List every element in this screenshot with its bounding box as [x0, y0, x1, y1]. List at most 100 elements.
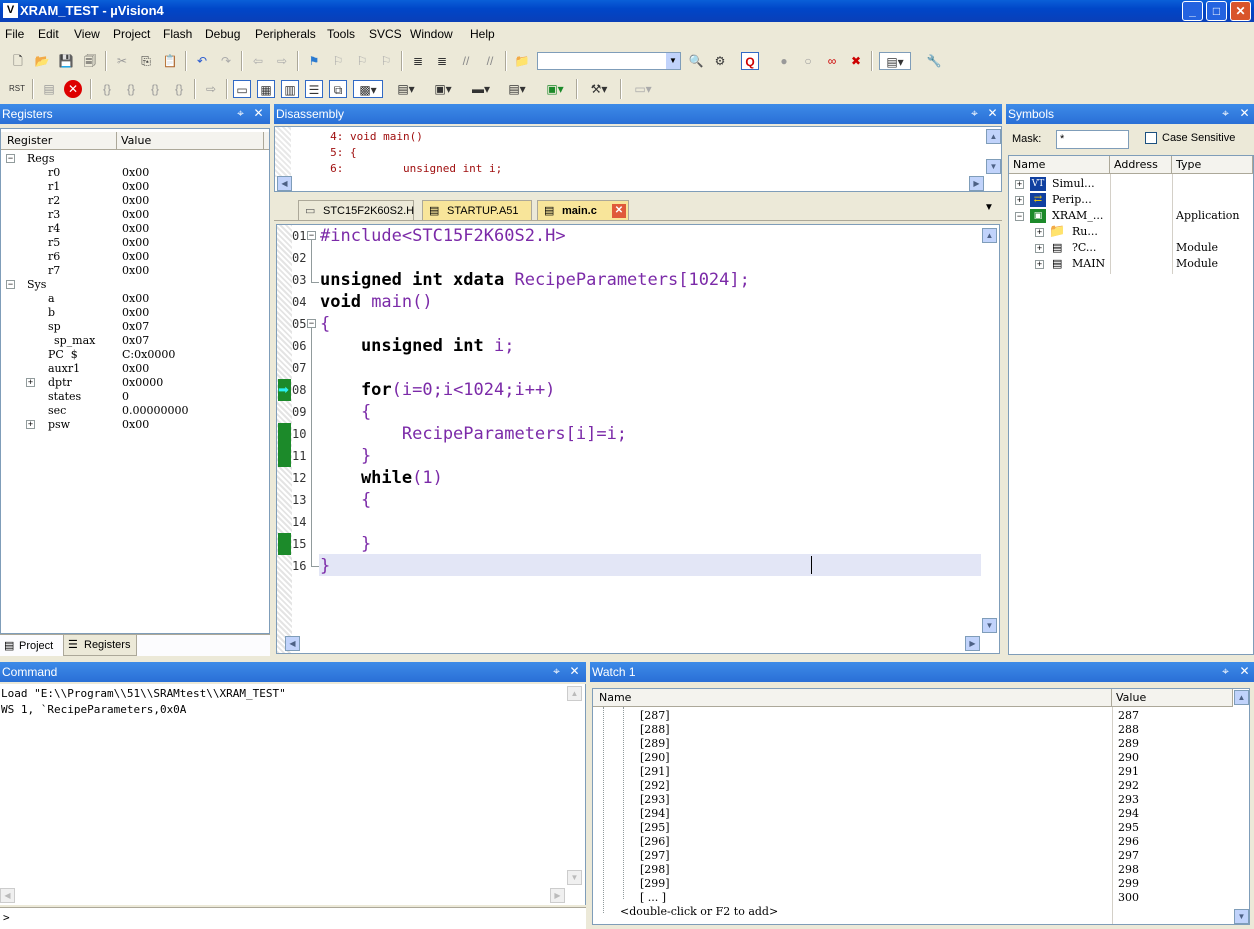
scroll-up-icon[interactable]: ▲	[986, 129, 1001, 144]
scroll-right-icon[interactable]: ▶	[965, 636, 980, 651]
command-window-icon[interactable]: ▭	[233, 80, 251, 98]
memory-window-icon[interactable]: ▤▾	[390, 80, 422, 98]
menu-help[interactable]: Help	[470, 23, 495, 45]
watch-row-name[interactable]: [ ... ]	[640, 891, 666, 905]
watch-row-value[interactable]: 297	[1118, 849, 1139, 863]
watch-row-name[interactable]: [292]	[640, 779, 670, 793]
clear-bookmarks-icon[interactable]: ⚐	[377, 52, 395, 70]
show-next-statement-icon[interactable]: ⇨	[202, 80, 220, 98]
expand-icon[interactable]: +	[1035, 244, 1044, 253]
debug-windows-icon[interactable]: ▭▾	[628, 80, 658, 98]
tab-project[interactable]: ▤ Project	[1, 636, 61, 656]
pin-icon[interactable]: ⌖	[1218, 664, 1233, 679]
watch-row-name[interactable]: [291]	[640, 765, 670, 779]
minimize-button[interactable]: _	[1182, 1, 1203, 21]
case-sensitive-checkbox[interactable]	[1145, 132, 1157, 144]
tab-startup-a51[interactable]: ▤ STARTUP.A51	[422, 200, 532, 220]
scroll-up-icon[interactable]: ▲	[1234, 690, 1249, 705]
symbol-row[interactable]: Ru...	[1072, 224, 1098, 240]
scroll-down-icon[interactable]: ▼	[567, 870, 582, 885]
paste-icon[interactable]: 📋	[161, 52, 179, 70]
menu-window[interactable]: Window	[410, 23, 453, 45]
indent-icon[interactable]: ≣	[409, 52, 427, 70]
watch-row-name[interactable]: [299]	[640, 877, 670, 891]
close-icon[interactable]: ✕	[567, 664, 582, 679]
toolbox-icon[interactable]: ⚒▾	[584, 80, 614, 98]
disable-all-breakpoints-icon[interactable]: ∞	[823, 52, 841, 70]
menu-svcs[interactable]: SVCS	[369, 23, 402, 45]
uncomment-icon[interactable]: //	[481, 52, 499, 70]
expand-icon[interactable]: +	[1015, 196, 1024, 205]
close-icon[interactable]: ✕	[1237, 664, 1252, 679]
menu-debug[interactable]: Debug	[205, 23, 240, 45]
close-tab-icon[interactable]: ✕	[612, 204, 626, 218]
analysis-window-icon[interactable]: ▬▾	[466, 80, 496, 98]
save-icon[interactable]: 💾	[57, 52, 75, 70]
run-icon[interactable]: ▤	[40, 80, 58, 98]
debug-session-icon[interactable]: Q	[741, 52, 759, 70]
step-over-icon[interactable]: {}	[122, 80, 140, 98]
watch-row-value[interactable]: 292	[1118, 779, 1139, 793]
collapse-regs-icon[interactable]: −	[6, 154, 15, 163]
column-value[interactable]: Value	[1112, 689, 1233, 707]
pin-icon[interactable]: ⌖	[1218, 106, 1233, 121]
watch-row-name[interactable]: [293]	[640, 793, 670, 807]
column-value[interactable]: Value	[117, 132, 264, 150]
configure-icon[interactable]: 🔧	[925, 52, 943, 70]
stop-icon[interactable]: ✕	[64, 80, 82, 98]
watch-row-value[interactable]: 300	[1118, 891, 1139, 905]
mask-input[interactable]: *	[1056, 130, 1129, 149]
redo-icon[interactable]: ↷	[217, 52, 235, 70]
back-icon[interactable]: ⇦	[249, 52, 267, 70]
disassembly-window-icon[interactable]: ▦	[257, 80, 275, 98]
scroll-up-icon[interactable]: ▲	[982, 228, 997, 243]
cut-icon[interactable]: ✂	[113, 52, 131, 70]
save-all-icon[interactable]: 🗐	[81, 52, 99, 70]
symbol-row[interactable]: XRAM_...	[1052, 208, 1103, 224]
find-combo[interactable]: ▼	[537, 52, 681, 70]
watch-row-value[interactable]: 298	[1118, 863, 1139, 877]
scroll-right-icon[interactable]: ▶	[969, 176, 984, 191]
close-icon[interactable]: ✕	[985, 106, 1000, 121]
expand-icon[interactable]: +	[1015, 180, 1024, 189]
scroll-up-icon[interactable]: ▲	[567, 686, 582, 701]
call-stack-window-icon[interactable]: ⧉	[329, 80, 347, 98]
collapse-sys-icon[interactable]: −	[6, 280, 15, 289]
watch-row-name[interactable]: [288]	[640, 723, 670, 737]
scroll-left-icon[interactable]: ◀	[285, 636, 300, 651]
unindent-icon[interactable]: ≣	[433, 52, 451, 70]
step-into-icon[interactable]: {}	[98, 80, 116, 98]
forward-icon[interactable]: ⇨	[273, 52, 291, 70]
kill-breakpoints-icon[interactable]: ✖	[847, 52, 865, 70]
maximize-button[interactable]: □	[1206, 1, 1227, 21]
window-layout-icon[interactable]: ▤▾	[879, 52, 911, 70]
reset-icon[interactable]: RST	[8, 80, 26, 98]
open-file-icon[interactable]: 📂	[33, 52, 51, 70]
run-to-cursor-icon[interactable]: {}	[170, 80, 188, 98]
registers-window-icon[interactable]: ☰	[305, 80, 323, 98]
pin-icon[interactable]: ⌖	[549, 664, 564, 679]
scroll-down-icon[interactable]: ▼	[982, 618, 997, 633]
watch-row-name[interactable]: [295]	[640, 821, 670, 835]
prev-bookmark-icon[interactable]: ⚐	[329, 52, 347, 70]
watch-row-name[interactable]: [290]	[640, 751, 670, 765]
expand-psw-icon[interactable]: +	[26, 420, 35, 429]
find-icon[interactable]: 🔍	[687, 52, 705, 70]
command-input[interactable]: >	[0, 907, 586, 929]
column-name[interactable]: Name	[595, 689, 1112, 707]
find-in-files-icon[interactable]: 📁	[513, 52, 531, 70]
incremental-find-icon[interactable]: ⚙	[711, 52, 729, 70]
scroll-down-icon[interactable]: ▼	[986, 159, 1001, 174]
menu-file[interactable]: File	[5, 23, 24, 45]
scroll-down-icon[interactable]: ▼	[1234, 909, 1249, 924]
watch-row-value[interactable]: 288	[1118, 723, 1139, 737]
menu-tools[interactable]: Tools	[327, 23, 355, 45]
scroll-left-icon[interactable]: ◀	[0, 888, 15, 903]
close-button[interactable]: ✕	[1230, 1, 1251, 21]
expand-dptr-icon[interactable]: +	[26, 378, 35, 387]
fold-icon[interactable]: −	[307, 319, 316, 328]
symbol-row[interactable]: Perip...	[1052, 192, 1092, 208]
column-register[interactable]: Register	[3, 132, 117, 150]
watch-row-name[interactable]: [296]	[640, 835, 670, 849]
fold-icon[interactable]: −	[307, 231, 316, 240]
